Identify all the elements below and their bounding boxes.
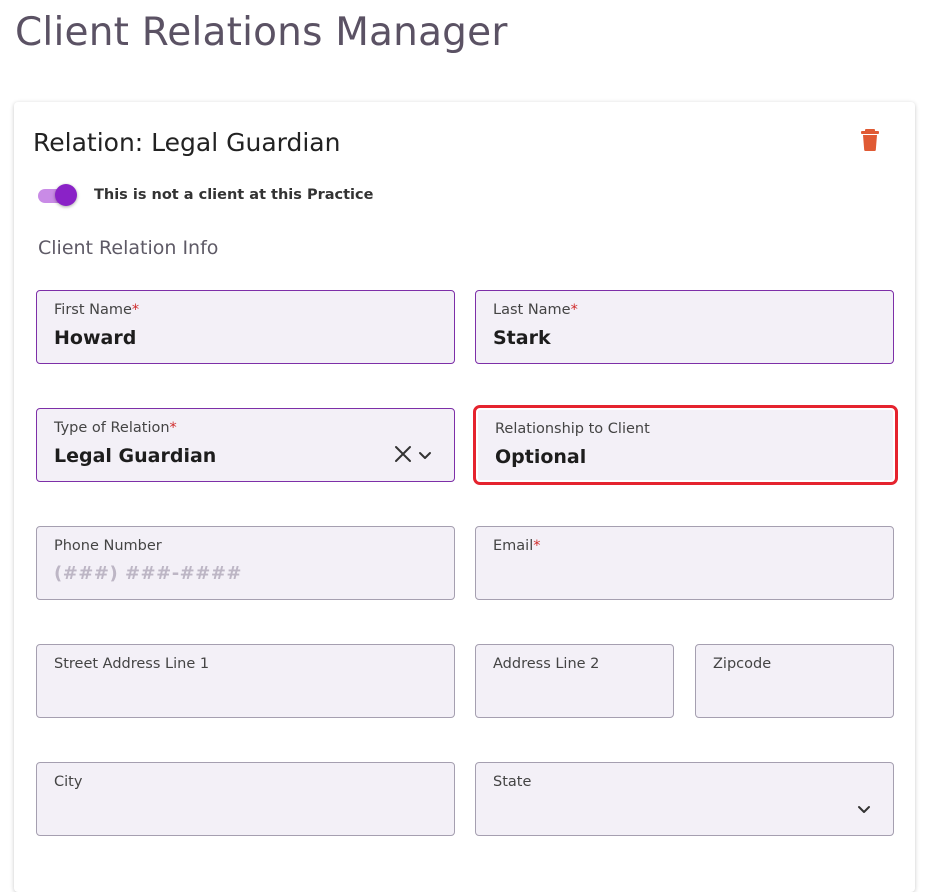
- phone-number-field[interactable]: Phone Number (###) ###-####: [36, 526, 455, 600]
- type-of-relation-label: Type of Relation*: [54, 420, 177, 436]
- clear-button[interactable]: [394, 445, 412, 463]
- last-name-field[interactable]: Last Name* Stark: [475, 290, 894, 364]
- close-icon: [395, 446, 411, 462]
- state-select[interactable]: State: [475, 762, 894, 836]
- zipcode-label: Zipcode: [713, 656, 772, 672]
- type-of-relation-select[interactable]: Type of Relation* Legal Guardian: [36, 408, 455, 482]
- first-name-label: First Name*: [54, 302, 140, 318]
- relation-card: Relation: Legal Guardian This is not a c…: [14, 102, 915, 892]
- relationship-to-client-label: Relationship to Client: [495, 421, 650, 437]
- phone-number-label: Phone Number: [54, 538, 162, 554]
- type-of-relation-value: Legal Guardian: [54, 445, 217, 467]
- trash-icon: [861, 129, 879, 151]
- not-client-toggle[interactable]: [38, 182, 78, 208]
- last-name-label: Last Name*: [493, 302, 578, 318]
- relationship-to-client-value: Optional: [495, 446, 587, 468]
- email-label: Email*: [493, 538, 541, 554]
- street-address-line1-label: Street Address Line 1: [54, 656, 210, 672]
- zipcode-field[interactable]: Zipcode: [695, 644, 894, 718]
- email-field[interactable]: Email*: [475, 526, 894, 600]
- toggle-label: This is not a client at this Practice: [94, 187, 374, 203]
- phone-number-placeholder: (###) ###-####: [54, 563, 243, 584]
- state-dropdown-toggle[interactable]: [856, 801, 872, 815]
- chevron-down-icon: [858, 806, 870, 813]
- street-address-line1-field[interactable]: Street Address Line 1: [36, 644, 455, 718]
- city-label: City: [54, 774, 83, 790]
- delete-button[interactable]: [859, 128, 881, 152]
- toggle-knob: [55, 184, 77, 206]
- chevron-down-icon: [419, 452, 431, 459]
- address-line2-label: Address Line 2: [493, 656, 600, 672]
- address-line2-field[interactable]: Address Line 2: [475, 644, 674, 718]
- city-field[interactable]: City: [36, 762, 455, 836]
- card-title: Relation: Legal Guardian: [33, 128, 341, 157]
- first-name-field[interactable]: First Name* Howard: [36, 290, 455, 364]
- type-dropdown-toggle[interactable]: [417, 447, 433, 461]
- page-title: Client Relations Manager: [15, 10, 508, 55]
- first-name-value: Howard: [54, 327, 137, 349]
- section-title: Client Relation Info: [38, 237, 219, 259]
- relationship-to-client-field[interactable]: Relationship to Client Optional: [473, 405, 898, 485]
- last-name-value: Stark: [493, 327, 551, 349]
- state-label: State: [493, 774, 532, 790]
